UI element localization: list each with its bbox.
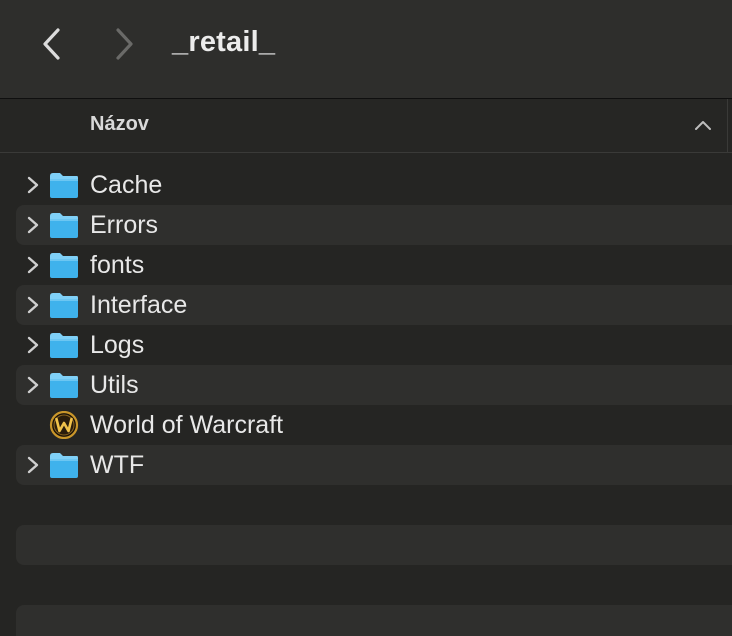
empty-row — [16, 565, 732, 605]
list-item-wtf[interactable]: WTF — [16, 445, 732, 485]
folder-icon — [50, 213, 78, 238]
list-item-fonts[interactable]: fonts — [16, 245, 732, 285]
disclosure-triangle-icon[interactable] — [24, 295, 42, 315]
folder-icon — [50, 253, 78, 278]
chevron-right-icon — [116, 28, 133, 60]
disclosure-triangle-icon[interactable] — [24, 375, 42, 395]
list-item-errors[interactable]: Errors — [16, 205, 732, 245]
item-label: fonts — [90, 251, 145, 279]
column-header-name[interactable]: Názov — [90, 113, 149, 136]
disclosure-triangle-icon[interactable] — [24, 335, 42, 355]
disclosure-triangle-icon[interactable] — [24, 175, 42, 195]
item-label: Logs — [90, 331, 145, 359]
chevron-left-icon — [43, 28, 60, 60]
world-of-warcraft-app-icon — [49, 411, 79, 439]
finder-window: _retail_ Názov Cache Errors fonts Interf… — [0, 0, 732, 636]
folder-icon — [50, 453, 78, 478]
item-label: Utils — [90, 371, 139, 399]
item-label: Cache — [90, 171, 163, 199]
empty-row — [16, 605, 732, 636]
column-divider[interactable] — [727, 99, 728, 152]
empty-row — [16, 525, 732, 565]
folder-icon — [50, 333, 78, 358]
list-item-world-of-warcraft[interactable]: World of Warcraft — [16, 405, 732, 445]
item-label: Errors — [90, 211, 159, 239]
disclosure-triangle-icon[interactable] — [24, 215, 42, 235]
folder-icon — [50, 173, 78, 198]
list-item-logs[interactable]: Logs — [16, 325, 732, 365]
disclosure-triangle-icon[interactable] — [24, 455, 42, 475]
item-label: WTF — [90, 451, 145, 479]
window-title: _retail_ — [172, 26, 276, 58]
chevron-up-icon[interactable] — [692, 115, 714, 137]
item-label: World of Warcraft — [90, 411, 284, 439]
list-item-interface[interactable]: Interface — [16, 285, 732, 325]
item-label: Interface — [90, 291, 188, 319]
empty-row — [16, 485, 732, 525]
list-item-cache[interactable]: Cache — [16, 165, 732, 205]
file-list: Cache Errors fonts Interface Logs Utils … — [16, 165, 732, 636]
disclosure-triangle-icon[interactable] — [24, 255, 42, 275]
column-header: Názov — [0, 99, 732, 153]
folder-icon — [50, 293, 78, 318]
back-button[interactable] — [34, 26, 70, 62]
toolbar: _retail_ — [0, 0, 732, 99]
forward-button[interactable] — [106, 26, 142, 62]
folder-icon — [50, 373, 78, 398]
list-item-utils[interactable]: Utils — [16, 365, 732, 405]
